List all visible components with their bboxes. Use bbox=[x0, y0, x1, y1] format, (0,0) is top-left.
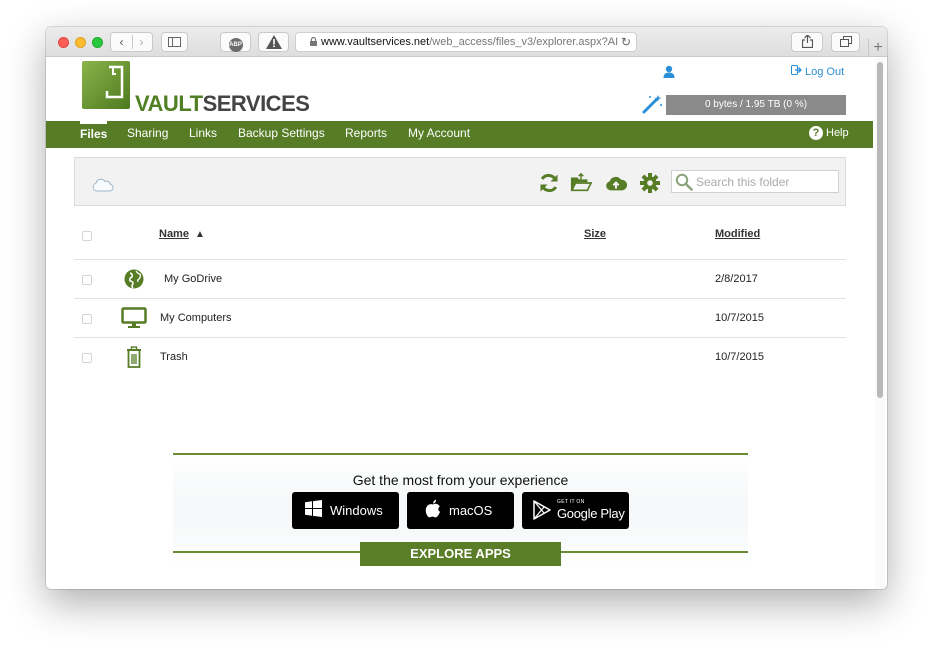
new-tab-button[interactable]: + bbox=[868, 39, 887, 57]
show-tabs-button[interactable] bbox=[831, 32, 860, 52]
history-nav: ‹ › bbox=[110, 32, 153, 52]
web-page: VAULTSERVICES Log Out 0 bytes / 1.95 TB … bbox=[46, 58, 873, 589]
row-checkbox[interactable] bbox=[82, 353, 92, 363]
google-play-download-button[interactable]: GET IT ON Google Play bbox=[522, 492, 629, 529]
macos-label: macOS bbox=[449, 503, 493, 518]
search-box bbox=[671, 170, 839, 193]
modified-column-header[interactable]: Modified bbox=[715, 228, 760, 240]
row-checkbox[interactable] bbox=[82, 275, 92, 285]
close-window-button[interactable] bbox=[58, 37, 69, 48]
sidebar-toggle-button[interactable] bbox=[161, 32, 188, 52]
file-name[interactable]: Trash bbox=[160, 351, 188, 363]
file-modified: 10/7/2015 bbox=[715, 351, 764, 363]
logo-mark bbox=[82, 61, 130, 109]
nav-links[interactable]: Links bbox=[189, 121, 217, 148]
file-modified: 10/7/2015 bbox=[715, 312, 764, 324]
explore-apps-button[interactable]: EXPLORE APPS bbox=[360, 542, 561, 566]
row-checkbox[interactable] bbox=[82, 314, 92, 324]
lock-icon bbox=[310, 37, 317, 46]
reload-icon[interactable]: ↻ bbox=[621, 33, 631, 51]
refresh-icon[interactable] bbox=[538, 172, 560, 194]
browser-toolbar: ‹ › ABP www.vaultservices.net/web_access/… bbox=[46, 27, 887, 57]
google-play-caption: GET IT ON bbox=[557, 499, 585, 505]
cloud-icon[interactable] bbox=[92, 178, 114, 192]
url-path: /web_access/files_v3/explorer.aspx?AI bbox=[429, 36, 619, 48]
size-column-header[interactable]: Size bbox=[584, 228, 606, 240]
apple-icon bbox=[425, 499, 440, 518]
search-input[interactable] bbox=[696, 173, 834, 190]
url-host: www.vaultservices.net bbox=[321, 36, 430, 48]
monitor-icon bbox=[121, 307, 147, 328]
logout-icon bbox=[791, 65, 802, 75]
adblock-icon: ABP bbox=[228, 38, 243, 52]
gear-icon[interactable] bbox=[639, 172, 661, 194]
magic-wand-icon[interactable] bbox=[641, 93, 663, 115]
windows-icon bbox=[305, 500, 322, 517]
divider bbox=[173, 453, 748, 455]
help-icon: ? bbox=[809, 126, 823, 140]
share-button[interactable] bbox=[791, 32, 823, 52]
back-button[interactable]: ‹ bbox=[112, 33, 132, 51]
share-icon bbox=[801, 34, 813, 49]
trash-icon bbox=[127, 346, 141, 368]
windows-label: Windows bbox=[330, 503, 383, 518]
globe-icon bbox=[124, 269, 144, 289]
tabs-icon bbox=[839, 36, 852, 47]
nav-sharing[interactable]: Sharing bbox=[127, 121, 168, 148]
nav-backup-settings[interactable]: Backup Settings bbox=[238, 121, 325, 148]
table-row[interactable]: My GoDrive 2/8/2017 bbox=[74, 260, 846, 298]
forward-button[interactable]: › bbox=[132, 33, 152, 51]
user-icon[interactable] bbox=[663, 65, 675, 79]
logo-wordmark: VAULTSERVICES bbox=[135, 91, 310, 116]
table-row[interactable]: Trash 10/7/2015 bbox=[74, 338, 846, 376]
search-icon[interactable] bbox=[675, 173, 693, 191]
warning-icon bbox=[265, 35, 282, 49]
windows-download-button[interactable]: Windows bbox=[292, 492, 399, 529]
sort-ascending-icon: ▲ bbox=[194, 229, 205, 240]
nav-files[interactable]: Files bbox=[80, 121, 108, 148]
adblock-button[interactable]: ABP bbox=[220, 32, 251, 52]
sidebar-icon bbox=[168, 37, 181, 47]
minimize-window-button[interactable] bbox=[75, 37, 86, 48]
macos-download-button[interactable]: macOS bbox=[407, 492, 514, 529]
nav-my-account[interactable]: My Account bbox=[408, 121, 470, 148]
name-column-header[interactable]: Name ▲ bbox=[159, 228, 205, 240]
logout-label: Log Out bbox=[805, 66, 845, 78]
page-scrollbar[interactable] bbox=[875, 58, 885, 589]
cloud-upload-icon[interactable] bbox=[605, 172, 627, 194]
browser-window: ‹ › ABP www.vaultservices.net/web_access/… bbox=[46, 27, 887, 589]
nav-reports[interactable]: Reports bbox=[345, 121, 387, 148]
warning-extension-button[interactable] bbox=[258, 32, 289, 52]
zoom-window-button[interactable] bbox=[92, 37, 103, 48]
file-name[interactable]: My Computers bbox=[160, 312, 232, 324]
select-all-checkbox[interactable] bbox=[82, 231, 92, 241]
file-toolbar bbox=[74, 157, 846, 206]
app-promo-banner: Get the most from your experience Window… bbox=[173, 453, 748, 570]
file-name[interactable]: My GoDrive bbox=[164, 273, 222, 285]
table-row[interactable]: My Computers 10/7/2015 bbox=[74, 299, 846, 337]
logout-link[interactable]: Log Out bbox=[791, 65, 844, 78]
google-play-icon bbox=[533, 500, 551, 520]
promo-title: Get the most from your experience bbox=[352, 472, 569, 488]
file-modified: 2/8/2017 bbox=[715, 273, 758, 285]
address-bar[interactable]: www.vaultservices.net/web_access/files_v… bbox=[295, 32, 637, 52]
help-label: Help bbox=[826, 127, 849, 139]
help-link[interactable]: ? Help bbox=[809, 126, 849, 140]
storage-quota-bar: 0 bytes / 1.95 TB (0 %) bbox=[666, 95, 846, 115]
google-play-label: Google Play bbox=[557, 506, 625, 521]
folder-open-icon[interactable] bbox=[570, 172, 592, 194]
scrollbar-thumb[interactable] bbox=[877, 62, 883, 398]
main-nav: Files Sharing Links Backup Settings Repo… bbox=[46, 121, 873, 148]
